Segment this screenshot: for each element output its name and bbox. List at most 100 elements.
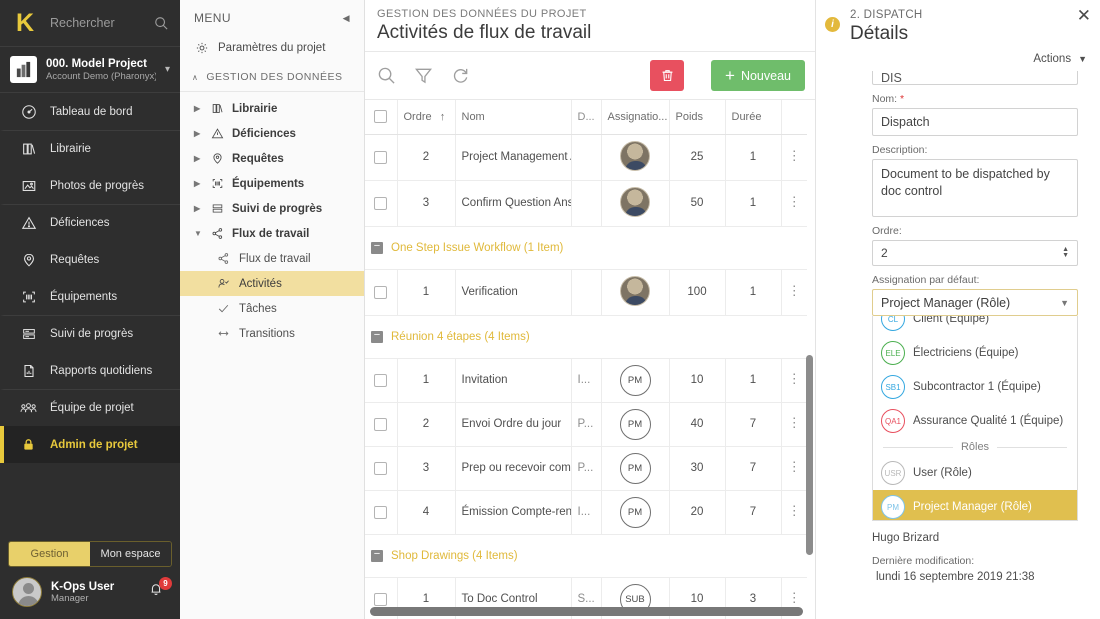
- chevron-right-icon[interactable]: ▶: [194, 129, 203, 138]
- col-ordre[interactable]: Ordre ↑: [397, 100, 456, 135]
- row-menu-cell[interactable]: ⋮: [781, 446, 807, 491]
- select-all-checkbox[interactable]: [374, 110, 388, 124]
- menu-node-flux-de-travail[interactable]: ▼ Flux de travail: [180, 221, 364, 246]
- row-checkbox[interactable]: [374, 461, 388, 475]
- row-menu-icon[interactable]: ⋮: [788, 590, 801, 605]
- horizontal-scrollbar[interactable]: [370, 607, 803, 616]
- row-menu-icon[interactable]: ⋮: [788, 148, 801, 163]
- table-row[interactable]: 1 Verification 100 1 ⋮: [365, 269, 807, 316]
- chevron-right-icon[interactable]: ▶: [194, 154, 203, 163]
- chevron-right-icon[interactable]: ▶: [194, 204, 203, 213]
- dropdown-option[interactable]: ELE Électriciens (Équipe): [873, 336, 1077, 370]
- table-group-row[interactable]: − One Step Issue Workflow (1 Item): [365, 226, 807, 270]
- row-checkbox-cell[interactable]: [365, 490, 398, 535]
- delete-button[interactable]: [650, 60, 685, 91]
- sidebar-item-equipements[interactable]: Équipements: [0, 278, 180, 315]
- row-menu-icon[interactable]: ⋮: [788, 503, 801, 518]
- stepper-arrows-icon[interactable]: ▲ ▼: [1062, 246, 1069, 259]
- menu-node-requetes[interactable]: ▶ Requêtes: [180, 146, 364, 171]
- project-selector[interactable]: 000. Model Project Account Demo (Pharony…: [0, 47, 180, 93]
- collapse-group-icon[interactable]: −: [371, 329, 383, 343]
- name-input[interactable]: Dispatch: [872, 108, 1078, 136]
- dropdown-option[interactable]: SB1 Subcontractor 1 (Équipe): [873, 370, 1077, 404]
- row-checkbox[interactable]: [374, 150, 388, 164]
- user-profile[interactable]: K-Ops User Manager 9: [8, 577, 172, 611]
- sidebar-item-requetes[interactable]: Requêtes: [0, 241, 180, 278]
- row-checkbox-cell[interactable]: [365, 402, 398, 447]
- sidebar-item-librairie[interactable]: Librairie: [0, 130, 180, 167]
- dropdown-option[interactable]: USR User (Rôle): [873, 456, 1077, 490]
- col-duree[interactable]: Durée: [725, 100, 782, 135]
- menu-leaf-transitions[interactable]: Transitions: [180, 321, 364, 346]
- order-stepper[interactable]: 2 ▲ ▼: [872, 240, 1078, 266]
- chevron-right-icon[interactable]: ▶: [194, 104, 203, 113]
- table-row[interactable]: 3Confirm Question Answ... 501 ⋮: [365, 180, 807, 227]
- row-menu-cell[interactable]: ⋮: [781, 134, 807, 181]
- assignment-dropdown-list[interactable]: CL Client (Équipe) ELE Électriciens (Équipe…: [872, 316, 1078, 521]
- col-assignation[interactable]: Assignatio...: [601, 100, 670, 135]
- row-checkbox-cell[interactable]: [365, 446, 398, 491]
- workspace-toggle[interactable]: Gestion Mon espace: [8, 541, 172, 567]
- toggle-mon-espace[interactable]: Mon espace: [90, 542, 171, 566]
- col-poids[interactable]: Poids: [669, 100, 726, 135]
- menu-leaf-flux-de-travail[interactable]: Flux de travail: [180, 246, 364, 271]
- row-checkbox[interactable]: [374, 417, 388, 431]
- menu-item-parametres-du-projet[interactable]: Paramètres du projet: [180, 34, 364, 62]
- sidebar-search-bar[interactable]: K Rechercher: [0, 0, 180, 47]
- menu-node-deficiences[interactable]: ▶ Déficiences: [180, 121, 364, 146]
- dropdown-option[interactable]: CL Client (Équipe): [873, 316, 1077, 336]
- row-menu-icon[interactable]: ⋮: [788, 194, 801, 209]
- avatar[interactable]: [12, 577, 42, 607]
- menu-node-suivi-de-progres[interactable]: ▶ Suivi de progrès: [180, 196, 364, 221]
- refresh-icon[interactable]: [451, 66, 470, 85]
- chevron-down-icon[interactable]: ▾: [165, 64, 170, 75]
- sidebar-item-photos-de-progres[interactable]: Photos de progrès: [0, 167, 180, 204]
- actions-dropdown[interactable]: Actions ▼: [816, 45, 1100, 71]
- close-icon[interactable]: ✕: [1077, 7, 1091, 45]
- search-icon[interactable]: [154, 16, 168, 30]
- chevron-down-icon[interactable]: ▼: [194, 229, 203, 238]
- collapse-group-icon[interactable]: −: [371, 548, 383, 562]
- filter-icon[interactable]: [414, 66, 433, 85]
- chevron-right-icon[interactable]: ▶: [194, 179, 203, 188]
- table-group-row[interactable]: − Shop Drawings (4 Items): [365, 534, 807, 578]
- code-field[interactable]: DIS: [872, 71, 1078, 85]
- row-menu-icon[interactable]: ⋮: [788, 459, 801, 474]
- search-input[interactable]: Rechercher: [50, 16, 154, 30]
- collapse-group-icon[interactable]: −: [371, 240, 383, 254]
- row-menu-icon[interactable]: ⋮: [788, 415, 801, 430]
- search-icon[interactable]: [377, 66, 396, 85]
- dropdown-option[interactable]: QA1 Assurance Qualité 1 (Équipe): [873, 404, 1077, 438]
- row-checkbox[interactable]: [374, 592, 388, 606]
- row-checkbox-cell[interactable]: [365, 180, 398, 227]
- col-nom[interactable]: Nom: [455, 100, 572, 135]
- row-checkbox-cell[interactable]: [365, 269, 398, 316]
- menu-leaf-taches[interactable]: Tâches: [180, 296, 364, 321]
- assignment-select[interactable]: Project Manager (Rôle) ▼: [872, 289, 1078, 316]
- toggle-gestion[interactable]: Gestion: [9, 542, 90, 566]
- row-checkbox-cell[interactable]: [365, 358, 398, 403]
- sidebar-item-equipe-de-projet[interactable]: Équipe de projet: [0, 389, 180, 426]
- new-button[interactable]: + Nouveau: [711, 60, 805, 91]
- col-select-all[interactable]: [365, 100, 398, 135]
- notifications-button[interactable]: 9: [148, 577, 172, 603]
- table-row[interactable]: 3Prep ou recevoir compt...P... PM 307 ⋮: [365, 446, 807, 491]
- row-checkbox[interactable]: [374, 196, 388, 210]
- table-row[interactable]: 4Émission Compte-renduI... PM 207 ⋮: [365, 490, 807, 535]
- row-menu-icon[interactable]: ⋮: [788, 371, 801, 386]
- menu-leaf-activites[interactable]: Activités: [180, 271, 364, 296]
- row-menu-cell[interactable]: ⋮: [781, 490, 807, 535]
- dropdown-option[interactable]: PM Project Manager (Rôle): [873, 490, 1077, 520]
- row-checkbox[interactable]: [374, 285, 388, 299]
- row-menu-cell[interactable]: ⋮: [781, 180, 807, 227]
- row-menu-cell[interactable]: ⋮: [781, 402, 807, 447]
- sidebar-item-suivi-de-progres[interactable]: Suivi de progrès: [0, 315, 180, 352]
- menu-node-equipements[interactable]: ▶ Équipements: [180, 171, 364, 196]
- sidebar-item-tableau-de-bord[interactable]: Tableau de bord: [0, 93, 180, 130]
- col-description[interactable]: D...: [571, 100, 602, 135]
- row-menu-cell[interactable]: ⋮: [781, 269, 807, 316]
- menu-node-librairie[interactable]: ▶ Librairie: [180, 96, 364, 121]
- table-row[interactable]: 1 Invitation I... PM 10 1 ⋮: [365, 358, 807, 403]
- row-checkbox[interactable]: [374, 373, 388, 387]
- row-menu-icon[interactable]: ⋮: [788, 283, 801, 298]
